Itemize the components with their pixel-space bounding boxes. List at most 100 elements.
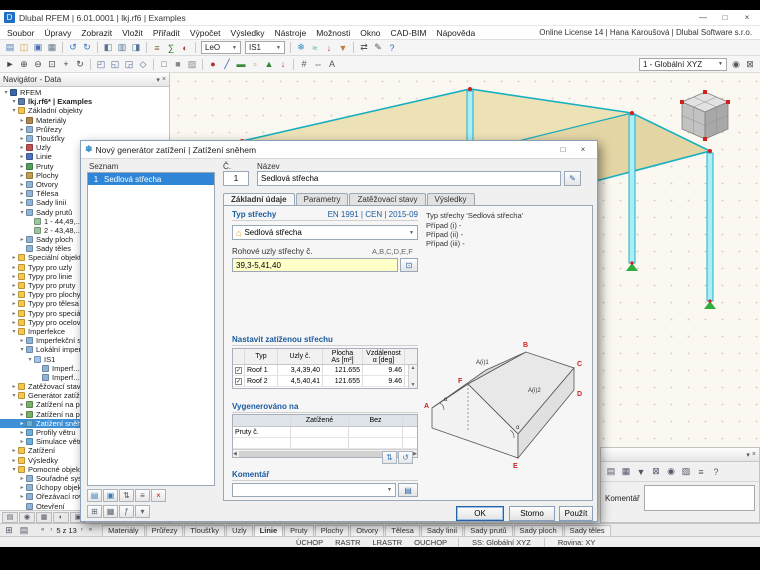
show-loads-icon[interactable]: ↓ bbox=[276, 58, 290, 71]
bottom-navigator-icon[interactable]: ▤ bbox=[17, 524, 31, 537]
tree-item-materiály[interactable]: ▸ Materiály bbox=[0, 116, 169, 125]
list-copy-button[interactable]: ▣ bbox=[103, 489, 118, 502]
comment-browse-button[interactable]: ▤ bbox=[398, 483, 418, 497]
tree-expander-icon[interactable]: ▸ bbox=[18, 117, 26, 124]
table-tab-sady-těles[interactable]: Sady těles bbox=[563, 524, 611, 536]
tree-expander-icon[interactable]: ▸ bbox=[18, 144, 26, 151]
tree-expander-icon[interactable]: ▸ bbox=[18, 126, 26, 133]
close-button[interactable]: × bbox=[736, 11, 758, 25]
menu-item-nástroje[interactable]: Nástroje bbox=[270, 26, 312, 39]
show-nodes-icon[interactable]: ● bbox=[206, 58, 220, 71]
help-icon[interactable]: ? bbox=[385, 41, 399, 54]
redo-icon[interactable]: ↻ bbox=[80, 41, 94, 54]
panel-comment-input[interactable] bbox=[643, 485, 755, 511]
panel-display-icon[interactable]: ▤ bbox=[604, 465, 618, 478]
solid-view-icon[interactable]: ■ bbox=[171, 58, 185, 71]
menu-item-úpravy[interactable]: Úpravy bbox=[39, 26, 76, 39]
apply-button[interactable]: Použít bbox=[559, 506, 593, 521]
panel-visibility-icon[interactable]: ◉ bbox=[664, 465, 678, 478]
tree-item-průřezy[interactable]: ▸ Průřezy bbox=[0, 125, 169, 134]
tree-expander-icon[interactable]: ▾ bbox=[26, 356, 34, 363]
tree-expander-icon[interactable]: ▾ bbox=[10, 98, 18, 105]
reset-selection-button[interactable]: ↺ bbox=[398, 451, 413, 464]
tree-expander-icon[interactable]: ▸ bbox=[18, 135, 26, 142]
table-tab-uzly[interactable]: Uzly bbox=[226, 524, 253, 536]
scroll-right-icon[interactable]: ▶ bbox=[413, 451, 417, 457]
tree-expander-icon[interactable]: ▸ bbox=[18, 181, 26, 188]
save-model-icon[interactable]: ▣ bbox=[31, 41, 45, 54]
numbering-icon[interactable]: # bbox=[297, 58, 311, 71]
table-tab-tloušťky[interactable]: Tloušťky bbox=[184, 524, 226, 536]
transparent-view-icon[interactable]: ▨ bbox=[185, 58, 199, 71]
tree-expander-icon[interactable]: ▾ bbox=[10, 466, 18, 473]
tree-expander-icon[interactable]: ▸ bbox=[10, 282, 18, 289]
panel-icon[interactable]: ◨ bbox=[129, 41, 143, 54]
table-tab-materiály[interactable]: Materiály bbox=[102, 524, 145, 536]
menu-item-soubor[interactable]: Soubor bbox=[2, 26, 39, 39]
nav-tab-display[interactable]: ◉ bbox=[19, 511, 35, 523]
show-supports-icon[interactable]: ▲ bbox=[262, 58, 276, 71]
tree-expander-icon[interactable]: ▸ bbox=[18, 438, 26, 445]
table-tab-tělesa[interactable]: Tělesa bbox=[385, 524, 420, 536]
zoom-window-icon[interactable]: ⊡ bbox=[45, 58, 59, 71]
nav-tab-views[interactable]: ▦ bbox=[36, 511, 52, 523]
list-delete-button[interactable]: × bbox=[151, 489, 166, 502]
text-annotation-icon[interactable]: A bbox=[325, 58, 339, 71]
roof-type-combo[interactable]: ⌂ Sedlová střecha ▼ bbox=[232, 225, 418, 240]
dialog-grid-button[interactable]: ▦ bbox=[103, 505, 118, 518]
tree-expander-icon[interactable]: ▾ bbox=[2, 89, 10, 96]
tree-expander-icon[interactable]: ▸ bbox=[10, 264, 18, 271]
first-page-icon[interactable]: « bbox=[39, 527, 46, 533]
maximize-button[interactable]: □ bbox=[714, 11, 736, 25]
undo-icon[interactable]: ↺ bbox=[66, 41, 80, 54]
corner-nodes-input[interactable]: 39,3-5,41,40 bbox=[232, 258, 398, 272]
name-input[interactable]: Sedlová střecha bbox=[257, 171, 561, 186]
tree-expander-icon[interactable]: ▸ bbox=[18, 420, 26, 427]
clip-plane-icon[interactable]: ⊠ bbox=[743, 58, 757, 71]
pin-icon[interactable]: ▾ bbox=[746, 451, 750, 459]
menu-item-cad-bim[interactable]: CAD-BIM bbox=[386, 26, 432, 39]
tree-expander-icon[interactable]: ▸ bbox=[10, 447, 18, 454]
isometric-view-icon[interactable]: ◇ bbox=[136, 58, 150, 71]
wind-load-icon[interactable]: ≈ bbox=[308, 41, 322, 54]
table-tab-linie[interactable]: Linie bbox=[253, 524, 284, 536]
table-tab-otvory[interactable]: Otvory bbox=[350, 524, 385, 536]
panel-help-icon[interactable]: ? bbox=[709, 465, 723, 478]
generated-table-row[interactable] bbox=[233, 438, 417, 449]
scroll-left-icon[interactable]: ◀ bbox=[233, 451, 237, 457]
calculate-icon[interactable]: ∑ bbox=[164, 41, 178, 54]
tree-expander-icon[interactable]: ▸ bbox=[18, 172, 26, 179]
tree-expander-icon[interactable]: ▸ bbox=[10, 319, 18, 326]
tree-expander-icon[interactable]: ▸ bbox=[10, 254, 18, 261]
last-page-icon[interactable]: » bbox=[87, 527, 94, 533]
visibility-combo[interactable]: 1 - Globální XYZ ▼ bbox=[639, 57, 727, 71]
status-toggle-lrastr[interactable]: LRASTR bbox=[367, 538, 409, 547]
load-case-combo[interactable]: LeO ▼ bbox=[201, 41, 241, 54]
panel-views-icon[interactable]: ▦ bbox=[619, 465, 633, 478]
table-manager-icon[interactable]: ⊞ bbox=[2, 524, 16, 537]
tree-expander-icon[interactable]: ▾ bbox=[10, 107, 18, 114]
close-icon[interactable]: × bbox=[752, 451, 756, 459]
tree-expander-icon[interactable]: ▸ bbox=[18, 493, 26, 500]
rotate-view-icon[interactable]: ↻ bbox=[73, 58, 87, 71]
panel-clip-icon[interactable]: ⊠ bbox=[649, 465, 663, 478]
dialog-info-button[interactable]: ▾ bbox=[135, 505, 150, 518]
table-tab-plochy[interactable]: Plochy bbox=[314, 524, 350, 536]
dialog-maximize-button[interactable]: □ bbox=[553, 143, 573, 157]
list-item-sedlová-střecha[interactable]: 1 Sedlová střecha bbox=[88, 173, 214, 185]
wireframe-icon[interactable]: □ bbox=[157, 58, 171, 71]
menu-item-přiřadit[interactable]: Přiřadit bbox=[148, 26, 185, 39]
name-edit-button[interactable]: ✎ bbox=[564, 171, 581, 186]
new-model-icon[interactable]: ▤ bbox=[3, 41, 17, 54]
table-tab-pruty[interactable]: Pruty bbox=[284, 524, 314, 536]
menu-item-výpočet[interactable]: Výpočet bbox=[185, 26, 226, 39]
list-renumber-button[interactable]: ⇅ bbox=[119, 489, 134, 502]
show-lines-icon[interactable]: ╱ bbox=[220, 58, 234, 71]
zoom-out-icon[interactable]: ⊖ bbox=[31, 58, 45, 71]
tree-item-základní-objekty[interactable]: ▾ Základní objekty bbox=[0, 106, 169, 115]
open-model-icon[interactable]: ◫ bbox=[17, 41, 31, 54]
tables-icon[interactable]: ▥ bbox=[115, 41, 129, 54]
tree-expander-icon[interactable]: ▸ bbox=[18, 163, 26, 170]
snow-load-generator-icon[interactable]: ❄ bbox=[294, 41, 308, 54]
load-cases-icon[interactable]: ≡ bbox=[150, 41, 164, 54]
